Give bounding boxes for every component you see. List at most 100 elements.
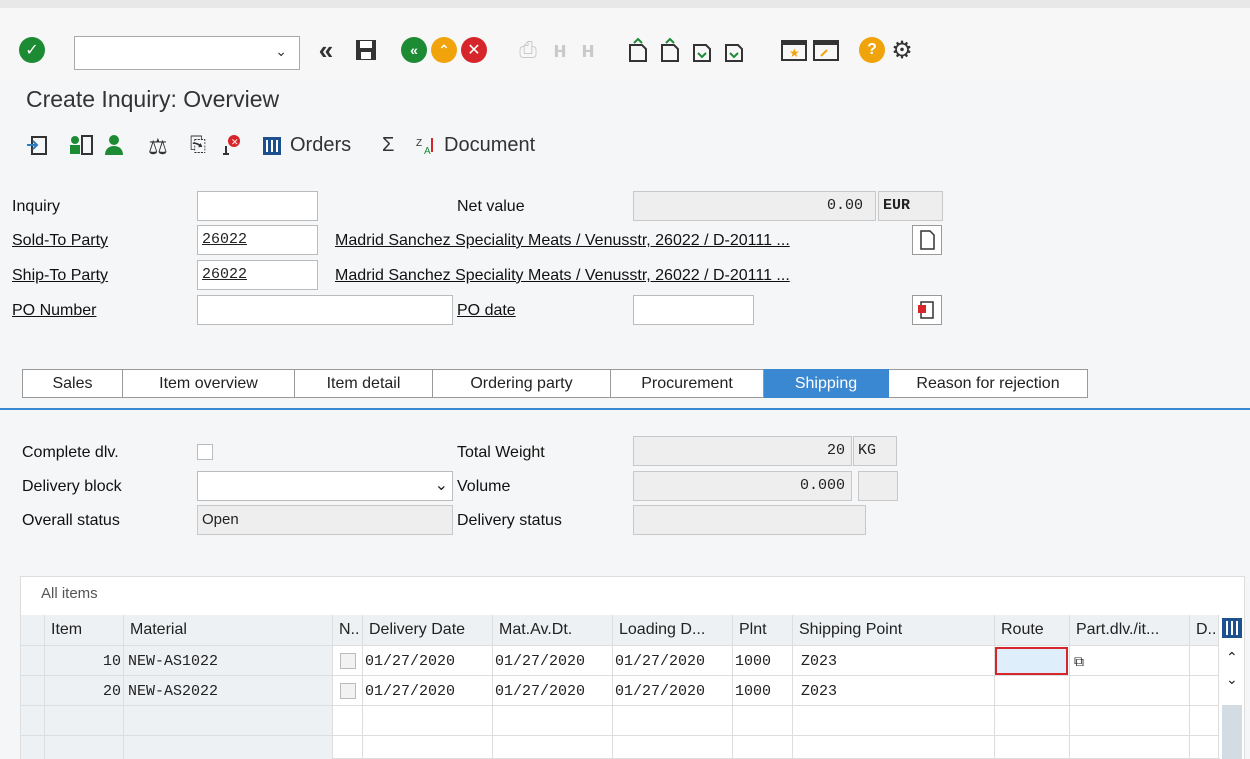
vertical-scrollbar[interactable]: ⌃ ⌄ <box>1220 645 1244 759</box>
route-cell[interactable] <box>995 736 1070 759</box>
column-header-mat-av-dt[interactable]: Mat.Av.Dt. <box>493 615 613 645</box>
settings-icon[interactable]: ⚙ <box>888 36 916 64</box>
n-cell[interactable] <box>333 736 363 759</box>
sold-to-label[interactable]: Sold-To Party <box>12 232 108 250</box>
row-selector[interactable] <box>21 676 45 706</box>
mat-av-date[interactable] <box>493 736 613 759</box>
shipping-point[interactable]: Z023 <box>793 646 995 676</box>
orders-button[interactable]: Orders <box>262 134 351 157</box>
cancel-icon[interactable]: ✕ <box>460 36 488 64</box>
next-page-icon[interactable] <box>688 36 716 64</box>
delivery-date[interactable] <box>363 706 493 736</box>
chevron-down-icon[interactable]: ⌄ <box>1226 671 1238 688</box>
n-checkbox-cell[interactable] <box>333 676 363 706</box>
route-cell[interactable] <box>995 676 1070 706</box>
back-icon[interactable]: « <box>400 36 428 64</box>
po-number-input[interactable] <box>197 295 453 325</box>
plant[interactable] <box>733 736 793 759</box>
column-header-item[interactable]: Item <box>45 615 124 645</box>
column-header-n[interactable]: N.. <box>333 615 363 645</box>
route-cell[interactable] <box>995 706 1070 736</box>
plant[interactable] <box>733 706 793 736</box>
chevron-down-icon[interactable]: ⌄ <box>435 475 448 495</box>
po-date-label[interactable]: PO date <box>457 302 516 320</box>
command-field[interactable]: ⌄ <box>74 36 300 70</box>
row-selector[interactable] <box>21 736 45 759</box>
delivery-date[interactable]: 01/27/2020 <box>363 646 493 676</box>
help-icon[interactable]: ? <box>858 36 886 64</box>
column-header-loading-date[interactable]: Loading D... <box>613 615 733 645</box>
value-help-icon[interactable]: ⧉ <box>1074 653 1084 670</box>
chevron-up-icon[interactable]: ⌃ <box>1226 649 1238 666</box>
inquiry-input[interactable] <box>197 191 318 221</box>
shipping-point[interactable] <box>793 736 995 759</box>
mat-av-date[interactable]: 01/27/2020 <box>493 646 613 676</box>
column-header-plnt[interactable]: Plnt <box>733 615 793 645</box>
scrollbar-thumb[interactable] <box>1222 705 1242 759</box>
tab-ordering-party[interactable]: Ordering party <box>433 369 611 398</box>
first-page-icon[interactable] <box>624 36 652 64</box>
display-doc-flow-icon[interactable] <box>26 134 48 156</box>
column-header-material[interactable]: Material <box>124 615 333 645</box>
incompletion-log-icon[interactable]: ✕ <box>220 134 244 156</box>
delivery-date[interactable]: 01/27/2020 <box>363 676 493 706</box>
row-selector-header[interactable] <box>21 615 45 645</box>
mat-av-date[interactable]: 01/27/2020 <box>493 676 613 706</box>
part-dlv-cell[interactable] <box>1070 736 1190 759</box>
plant[interactable]: 1000 <box>733 676 793 706</box>
back-double-icon[interactable]: « <box>312 35 340 65</box>
balance-icon[interactable]: ⚖ <box>148 134 168 160</box>
check-icon[interactable]: ✓ <box>18 36 46 64</box>
document-icon[interactable] <box>912 225 942 255</box>
table-row[interactable]: 10 NEW-AS1022 01/27/2020 01/27/2020 01/2… <box>21 645 1219 676</box>
save-icon[interactable] <box>352 36 380 64</box>
create-session-icon[interactable]: ★ <box>780 36 808 64</box>
part-dlv-cell[interactable]: ⧉ <box>1070 646 1190 676</box>
delivery-block-select[interactable]: ⌄ <box>197 471 453 501</box>
loading-date[interactable] <box>613 736 733 759</box>
tab-item-detail[interactable]: Item detail <box>295 369 433 398</box>
column-header-shipping-point[interactable]: Shipping Point <box>793 615 995 645</box>
sold-to-description[interactable]: Madrid Sanchez Speciality Meats / Venuss… <box>335 232 895 250</box>
d-cell[interactable] <box>1190 736 1219 759</box>
row-selector[interactable] <box>21 706 45 736</box>
tab-sales[interactable]: Sales <box>22 369 123 398</box>
po-date-input[interactable] <box>633 295 754 325</box>
sum-icon[interactable]: Σ <box>382 134 394 157</box>
last-page-icon[interactable] <box>720 36 748 64</box>
n-checkbox-cell[interactable] <box>333 646 363 676</box>
plant[interactable]: 1000 <box>733 646 793 676</box>
tab-procurement[interactable]: Procurement <box>611 369 764 398</box>
shortcut-icon[interactable] <box>812 36 840 64</box>
loading-date[interactable] <box>613 706 733 736</box>
sold-to-input[interactable]: 26022 <box>197 225 318 255</box>
route-cell[interactable] <box>995 646 1070 676</box>
shipping-point[interactable] <box>793 706 995 736</box>
po-number-label[interactable]: PO Number <box>12 302 96 320</box>
n-checkbox[interactable] <box>339 683 356 699</box>
loading-date[interactable]: 01/27/2020 <box>613 676 733 706</box>
column-settings-icon[interactable] <box>1221 617 1243 641</box>
sold-to-party-icon[interactable] <box>104 134 124 156</box>
column-header-delivery-date[interactable]: Delivery Date <box>363 615 493 645</box>
header-partner-icon[interactable] <box>68 134 94 156</box>
column-header-route[interactable]: Route <box>995 615 1070 645</box>
chevron-down-icon[interactable]: ⌄ <box>275 43 287 60</box>
row-selector[interactable] <box>21 646 45 676</box>
loading-date[interactable]: 01/27/2020 <box>613 646 733 676</box>
ship-to-label[interactable]: Ship-To Party <box>12 267 108 285</box>
shipping-point[interactable]: Z023 <box>793 676 995 706</box>
tab-shipping[interactable]: Shipping <box>764 369 889 398</box>
mat-av-date[interactable] <box>493 706 613 736</box>
previous-page-icon[interactable] <box>656 36 684 64</box>
ship-to-input[interactable]: 26022 <box>197 260 318 290</box>
column-header-d[interactable]: D.. <box>1190 615 1219 645</box>
tab-reason-for-rejection[interactable]: Reason for rejection <box>889 369 1088 398</box>
delivery-date[interactable] <box>363 736 493 759</box>
complete-dlv-checkbox[interactable] <box>197 444 213 460</box>
table-row[interactable] <box>21 705 1219 736</box>
ship-to-description[interactable]: Madrid Sanchez Speciality Meats / Venuss… <box>335 267 895 285</box>
po-detail-icon[interactable] <box>912 295 942 325</box>
document-button[interactable]: ZA Document <box>416 134 535 157</box>
route-input[interactable] <box>995 647 1068 675</box>
